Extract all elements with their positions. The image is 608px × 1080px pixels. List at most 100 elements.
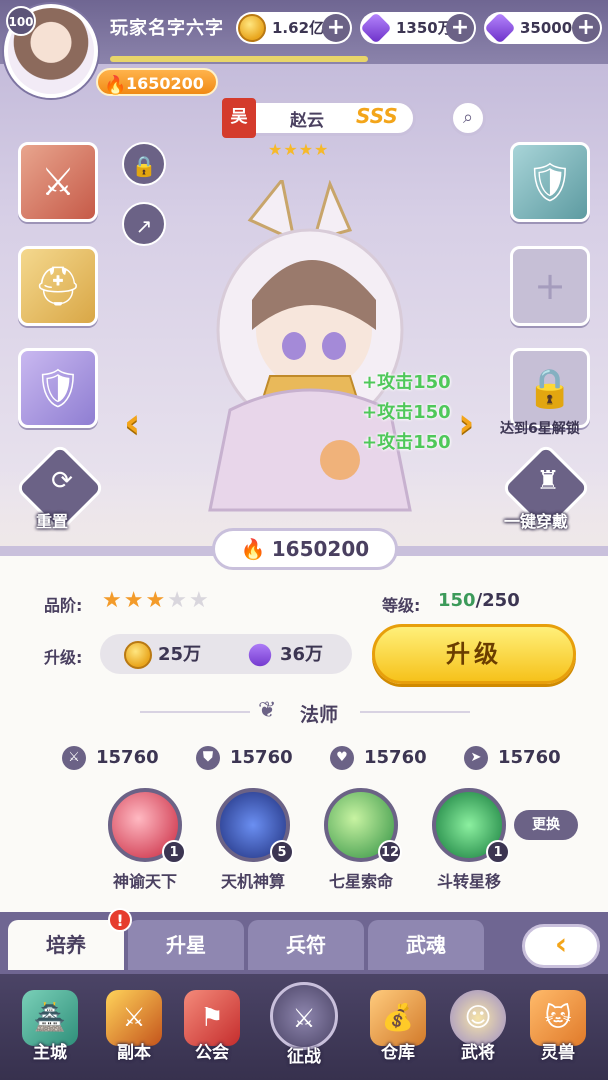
previous-hero-arrow[interactable]: ‹	[124, 400, 140, 446]
grade-label: 品阶:	[44, 596, 83, 615]
gem-cost: 36万	[244, 639, 324, 671]
stat-speed: ➤ 15760	[464, 746, 561, 770]
nav-label: 主城	[33, 1043, 67, 1063]
upgrade-button[interactable]: 升级	[372, 624, 576, 684]
level-max: /250	[475, 590, 520, 611]
nav-dungeon[interactable]: ⚔ 副本	[98, 990, 170, 1074]
search-button[interactable]: ⌕	[450, 100, 486, 136]
back-button[interactable]: ‹	[522, 924, 600, 968]
nav-label: 征战	[287, 1047, 321, 1067]
spear-icon: ⚔	[40, 160, 76, 204]
hero-character-art	[208, 180, 412, 512]
heart-icon: ♥	[330, 746, 354, 770]
nav-warehouse[interactable]: 💰 仓库	[362, 990, 434, 1074]
crystal-amount: 35000	[520, 19, 573, 37]
plus-icon: +	[534, 264, 566, 308]
star-empty-icon: ★	[188, 588, 211, 613]
equip-slot-helmet[interactable]: ⛑	[18, 246, 98, 326]
stat-defense: ⛊ 15760	[196, 746, 293, 770]
search-icon: ⌕	[462, 107, 474, 128]
skill-name: 七星索命	[328, 872, 393, 891]
share-button[interactable]: ↗	[122, 202, 166, 246]
faction-badge: 吴	[222, 98, 256, 138]
nav-label: 副本	[117, 1043, 151, 1063]
stat-attack-value: 15760	[96, 747, 159, 768]
stat-hp-value: 15760	[364, 747, 427, 768]
purple-gem-icon	[244, 639, 276, 671]
tab-tally[interactable]: 兵符	[248, 920, 364, 970]
mage-class-icon: ❦	[258, 698, 277, 723]
skill-icon[interactable]: 5	[216, 788, 294, 864]
lock-icon: 🔒	[131, 154, 157, 178]
gem-amount: 1350万	[396, 19, 453, 37]
attack-buff-text: +攻击150	[362, 432, 451, 453]
helmet-icon: ⛑	[33, 264, 83, 308]
nav-label: 仓库	[381, 1043, 415, 1063]
level-label: 等级:	[382, 596, 421, 615]
hero-stars: ★★★★	[268, 140, 330, 159]
equip-slot-locked[interactable]: 🔒	[510, 348, 590, 428]
skill-level-badge: 5	[270, 840, 294, 864]
player-power-value: 1650200	[126, 74, 204, 93]
nav-campaign[interactable]: ⚔ 征战	[262, 982, 346, 1067]
refresh-icon: ⟳	[51, 466, 73, 496]
chevron-left-icon: ‹	[554, 927, 568, 962]
sword-icon: ⚔	[62, 746, 86, 770]
tab-cultivate[interactable]: 培养	[8, 920, 124, 970]
attack-buff-text: +攻击150	[362, 402, 451, 423]
gem-cost-value: 36万	[280, 644, 324, 665]
player-level-badge: 100	[6, 6, 36, 36]
crystal-icon	[484, 12, 516, 44]
unlock-tip: 达到6星解锁	[500, 421, 580, 437]
lock-button[interactable]: 🔒	[122, 142, 166, 186]
hero-name: 赵云	[290, 111, 324, 131]
battle-swords-icon: ⚔	[270, 982, 338, 1050]
level-current: 150	[438, 590, 476, 611]
star-filled-icon: ★	[145, 588, 168, 613]
equip-all-label: 一键穿戴	[504, 512, 569, 531]
nav-guild[interactable]: ⚑ 公会	[176, 990, 248, 1074]
nav-spirit-beast[interactable]: 🐱 灵兽	[522, 990, 594, 1074]
boot-icon: ➤	[464, 746, 488, 770]
add-gems-button[interactable]: +	[446, 14, 474, 42]
tab-star-up[interactable]: 升星	[128, 920, 244, 970]
robe-icon: ♜	[536, 466, 560, 496]
add-crystals-button[interactable]: +	[572, 14, 600, 42]
class-divider-left	[140, 711, 250, 713]
armor-icon: 🛡	[525, 160, 575, 204]
gold-coin-icon	[124, 641, 152, 669]
equip-slot-empty[interactable]: +	[510, 246, 590, 326]
add-gold-button[interactable]: +	[322, 14, 350, 42]
swap-skills-button[interactable]: 更换	[514, 810, 578, 840]
shield-icon: ⛊	[196, 746, 220, 770]
skill-level-badge: 1	[486, 840, 510, 864]
skill-name: 天机神算	[220, 872, 285, 891]
purple-gem-icon	[360, 12, 392, 44]
skill-icon[interactable]: 12	[324, 788, 402, 864]
next-hero-arrow[interactable]: ›	[458, 400, 474, 446]
stat-hp: ♥ 15760	[330, 746, 427, 770]
equip-slot-weapon[interactable]: ⚔	[18, 142, 98, 222]
hero-power-value: 1650200	[271, 537, 370, 561]
class-divider-right	[360, 711, 470, 713]
equip-slot-armor[interactable]: 🛡	[510, 142, 590, 222]
flame-icon: 🔥	[240, 537, 266, 561]
shoulder-armor-icon: 🛡	[33, 366, 83, 410]
nav-generals[interactable]: ☺ 武将	[442, 990, 514, 1074]
skill-icon[interactable]: 1	[108, 788, 186, 864]
crystal-resource: 35000 +	[484, 12, 602, 44]
skill-icon[interactable]: 1	[432, 788, 510, 864]
nav-label: 灵兽	[541, 1043, 575, 1063]
skill-level-badge: 12	[378, 840, 402, 864]
stat-attack: ⚔ 15760	[62, 746, 159, 770]
reset-label: 重置	[36, 512, 69, 531]
star-empty-icon: ★	[167, 588, 189, 613]
equip-slot-shoulder[interactable]: 🛡	[18, 348, 98, 428]
nav-main-city[interactable]: 🏯 主城	[14, 990, 86, 1074]
nav-label: 公会	[195, 1043, 229, 1063]
tab-soul[interactable]: 武魂	[368, 920, 484, 970]
experience-bar	[110, 56, 368, 62]
hero-rank: SSS	[356, 104, 398, 128]
star-filled-icon: ★	[123, 588, 146, 613]
gem-resource: 1350万 +	[360, 12, 476, 44]
